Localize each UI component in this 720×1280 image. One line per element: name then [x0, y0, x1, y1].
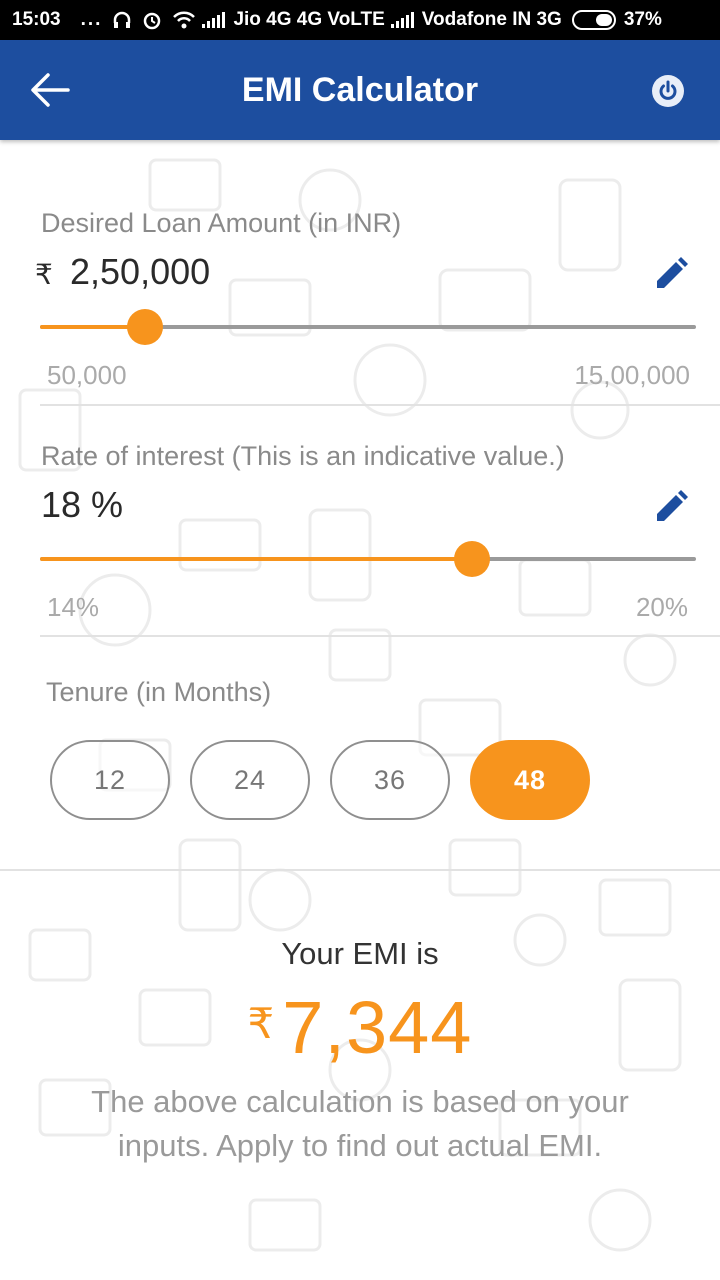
signal-icon [202, 12, 226, 28]
emi-amount-value: 7,344 [282, 986, 473, 1069]
carrier-1: Jio 4G 4G VoLTE [233, 9, 385, 30]
tenure-option-36[interactable]: 36 [330, 740, 450, 820]
slider-thumb[interactable] [126, 309, 163, 345]
power-icon [659, 80, 677, 100]
carrier-2: Vodafone IN 3G [421, 9, 562, 30]
status-time: 15:03 [12, 9, 61, 30]
interest-max-label: 20% [635, 592, 688, 622]
signal-icon-2 [390, 12, 414, 28]
interest-min-label: 14% [47, 592, 100, 622]
interest-rate-slider[interactable] [40, 541, 696, 577]
interest-rate-value: 18 % [41, 484, 124, 525]
status-icons: ... [81, 9, 197, 31]
battery-icon [571, 10, 616, 30]
divider [0, 869, 720, 871]
loan-amount-value: 2,50,000 [70, 251, 211, 292]
loan-max-label: 15,00,000 [574, 360, 690, 390]
tenure-option-12[interactable]: 12 [50, 740, 170, 820]
headset-icon [114, 11, 131, 28]
emi-result-label: Your EMI is [281, 936, 439, 971]
page-title: EMI Calculator [241, 70, 479, 109]
loan-amount-slider[interactable] [40, 309, 696, 345]
emi-disclaimer: The above calculation is based on your i… [91, 1084, 629, 1163]
emi-currency-symbol: ₹ [247, 1000, 275, 1047]
tenure-option-48[interactable]: 48 [470, 740, 590, 820]
status-bar: 15:03 ... Jio 4G 4G VoLTE Vodafone IN 3G… [0, 0, 720, 40]
divider [40, 404, 720, 406]
loan-min-label: 50,000 [47, 360, 127, 390]
back-arrow-icon[interactable] [28, 68, 72, 112]
more-notifications-icon: ... [80, 9, 103, 30]
emi-result-amount: ₹ 7,344 [0, 985, 720, 1070]
tenure-option-24[interactable]: 24 [190, 740, 310, 820]
app-bar: EMI Calculator [0, 40, 720, 140]
edit-interest-rate-icon[interactable] [654, 490, 688, 524]
battery-percent: 37% [623, 9, 662, 30]
loan-currency-symbol: ₹ [35, 259, 53, 290]
loan-amount-label: Desired Loan Amount (in INR) [41, 208, 402, 238]
divider [40, 635, 720, 637]
logout-button[interactable] [652, 75, 684, 107]
edit-loan-amount-icon[interactable] [654, 257, 688, 291]
slider-fill [40, 557, 473, 561]
alarm-icon [144, 12, 161, 30]
tenure-label: Tenure (in Months) [46, 677, 272, 707]
slider-thumb[interactable] [454, 541, 491, 577]
interest-rate-label: Rate of interest (This is an indicative … [41, 441, 565, 471]
wifi-icon [173, 11, 196, 29]
